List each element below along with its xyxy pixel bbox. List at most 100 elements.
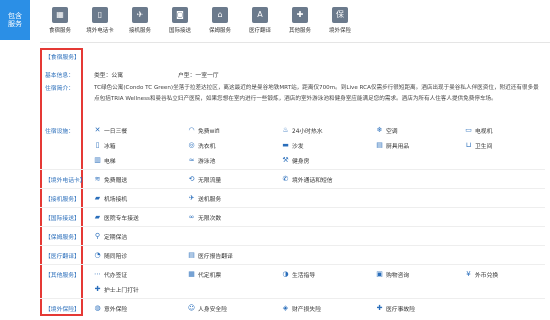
facility-item: ◎ 洗衣机 [188, 141, 215, 151]
nav-label: 食宿服务 [48, 28, 71, 34]
gift-icon: ≋ [94, 175, 101, 183]
car-icon: ▰ [94, 194, 101, 202]
insurance-icon: 保 [332, 7, 348, 23]
person-icon: ☺ [187, 304, 196, 312]
section-phone-label: 【境外电话卡】 [45, 178, 86, 184]
sim-card-icon: ▯ [92, 7, 108, 23]
facility-label: 电梯 [104, 159, 116, 165]
row-divider [40, 245, 545, 246]
facility-label: 免费wifi [198, 129, 220, 135]
gym-icon: ⚒ [282, 156, 289, 164]
nav-medical[interactable]: A 医疗翻译 [240, 0, 280, 34]
nav-label: 境外保险 [328, 28, 351, 34]
service-item: ≋ 免费赠送 [94, 175, 128, 185]
facility-label: 游泳池 [198, 159, 216, 165]
passport-icon: ◙ [172, 7, 188, 23]
row-divider [40, 207, 545, 208]
medical-icon: ✚ [376, 304, 383, 312]
visa-icon: ⋯ [94, 270, 101, 278]
facility-item: ⊔ 卫生间 [465, 141, 493, 151]
nav-nanny[interactable]: ⌂ 保姆服务 [200, 0, 240, 34]
service-item: ▤ 医疗报告翻译 [188, 251, 233, 261]
grid-icon: ✚ [292, 7, 308, 23]
facility-item: ◠ 免费wifi [188, 126, 220, 136]
water-icon: ♨ [282, 126, 289, 134]
tab-line-2: 服务 [8, 20, 22, 28]
section-lodging-label: 【食宿服务】 [45, 55, 80, 61]
tab-line-1: 包含 [8, 11, 22, 20]
service-item: ☺ 人身安全险 [187, 304, 227, 314]
sofa-icon: ▬ [282, 141, 289, 149]
nav-sim-card[interactable]: ▯ 境外电话卡 [80, 0, 120, 34]
service-item: ⚲ 定期保洁 [94, 232, 127, 242]
service-label: 随同陪诊 [104, 254, 128, 260]
plane-icon: ✈ [132, 7, 148, 23]
nav-pickup[interactable]: ✈ 接机服务 [120, 0, 160, 34]
phone-icon: ✆ [282, 175, 289, 183]
service-label: 免费赠送 [104, 178, 128, 184]
nav-other[interactable]: ✚ 其他服务 [280, 0, 320, 34]
section-pickup-label: 【接机服务】 [45, 197, 80, 203]
row-divider [40, 188, 545, 189]
nav-label: 境外电话卡 [86, 28, 114, 34]
service-item: ◈ 财产损失险 [282, 304, 321, 314]
facility-item: ≈ 游泳池 [188, 156, 216, 166]
facility-item: ✕ 一日三餐 [94, 126, 128, 136]
facility-label: 24小时热水 [292, 129, 323, 135]
row-divider [40, 264, 545, 265]
nav-insurance[interactable]: 保 境外保险 [320, 0, 360, 34]
fork-knife-icon: ✕ [94, 126, 101, 134]
service-label: 意外保险 [104, 307, 128, 313]
plane-takeoff-icon: ✈ [188, 194, 195, 202]
van-icon: ▰ [94, 213, 101, 221]
facility-item: ❄ 空调 [376, 126, 398, 136]
row-divider [40, 226, 545, 227]
cleaning-icon: ⌂ [212, 7, 228, 23]
facility-item: ▤ 厨具用品 [376, 141, 409, 151]
section-nanny-label: 【保姆服务】 [45, 235, 80, 241]
nav-label: 医疗翻译 [248, 28, 271, 34]
property-icon: ◈ [282, 304, 289, 312]
guide-icon: ◑ [282, 270, 289, 278]
section-other-label: 【其他服务】 [45, 273, 80, 279]
facility-item: ♨ 24小时热水 [282, 126, 323, 136]
washer-icon: ◎ [188, 141, 195, 149]
kitchenware-icon: ▤ [376, 141, 383, 149]
row-divider [40, 169, 545, 170]
row-divider [40, 298, 545, 299]
facility-item: ⚒ 健身房 [282, 156, 310, 166]
service-item: ✚ 护士上门打针 [94, 285, 139, 295]
facility-label: 沙发 [292, 144, 304, 150]
service-label: 机场接机 [104, 197, 128, 203]
facility-item: ▬ 沙发 [282, 141, 304, 151]
nurse-icon: ✚ [94, 285, 101, 293]
facility-item: ▯ 冰箱 [94, 141, 116, 151]
service-item: ◍ 意外保险 [94, 304, 128, 314]
accident-icon: ◍ [94, 304, 101, 312]
service-label: 医疗事故险 [386, 307, 415, 313]
service-label: 医疗报告翻译 [198, 254, 233, 260]
service-label: 人身安全险 [198, 307, 227, 313]
service-item: ▰ 医院专车接送 [94, 213, 139, 223]
service-item: ▦ 代定机票 [188, 270, 221, 280]
facility-label: 卫生间 [475, 144, 493, 150]
service-label: 外币兑换 [475, 273, 499, 279]
service-label: 境外通话和短信 [292, 178, 333, 184]
included-services-tab[interactable]: 包含 服务 [0, 0, 30, 40]
service-item: ▰ 机场接机 [94, 194, 128, 204]
facility-label: 一日三餐 [104, 129, 128, 135]
service-item: ⋯ 代办签证 [94, 270, 128, 280]
fridge-icon: ▯ [95, 141, 100, 149]
service-label: 生活指导 [292, 273, 316, 279]
facility-label: 健身房 [292, 159, 310, 165]
nav-label: 接机服务 [128, 28, 151, 34]
data-icon: ⟲ [188, 175, 195, 183]
service-label: 送机服务 [198, 197, 222, 203]
service-item: ∞ 无限次数 [188, 213, 222, 223]
nav-lodging[interactable]: ▦ 食宿服务 [40, 0, 80, 34]
intro-label: 住宿简介： [45, 86, 74, 92]
section-insurance-label: 【境外保险】 [45, 307, 80, 313]
service-label: 代办签证 [104, 273, 128, 279]
service-item: ▣ 购物咨询 [376, 270, 409, 280]
nav-transfer[interactable]: ◙ 国际接送 [160, 0, 200, 34]
